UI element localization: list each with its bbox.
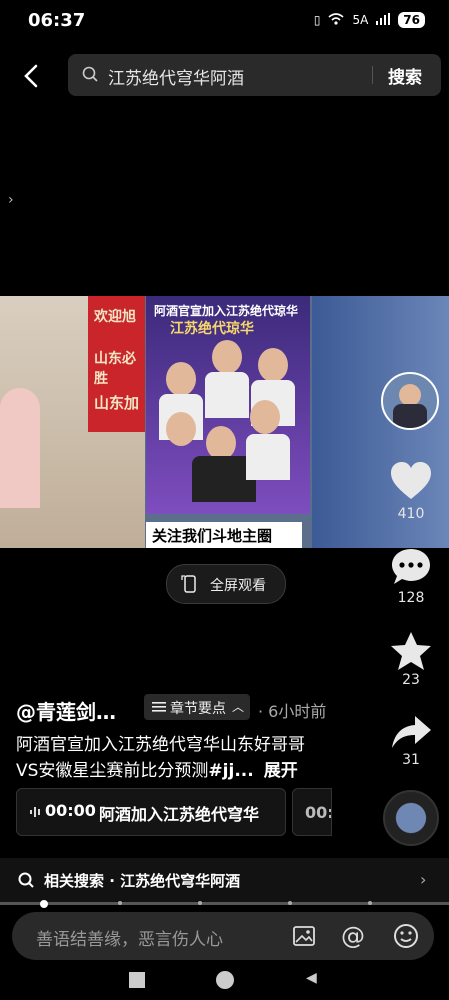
post-time: · 6小时前 bbox=[258, 702, 327, 721]
banner-text: 山东必胜 bbox=[94, 351, 136, 387]
related-search-text: 相关搜索 · 江苏绝代穹华阿酒 bbox=[44, 872, 241, 890]
related-search-bar[interactable]: 相关搜索 · 江苏绝代穹华阿酒 › bbox=[0, 858, 449, 902]
wifi-icon bbox=[328, 12, 344, 28]
battery-indicator: 76 bbox=[398, 12, 425, 28]
back-triangle-icon[interactable]: ◀ bbox=[306, 970, 317, 986]
chapter-time: 00:3 bbox=[305, 803, 331, 822]
chapter-chip[interactable]: 00:3 bbox=[292, 788, 332, 836]
post-description: 阿酒官宣加入江苏绝代穹华山东好哥哥 bbox=[16, 735, 305, 755]
fullscreen-label: 全屏观看 bbox=[210, 578, 266, 594]
expand-button[interactable]: 展开 bbox=[264, 761, 298, 781]
chapter-highlights-button[interactable]: 章节要点 ︿ bbox=[144, 694, 250, 720]
post-description-line2: VS安徽星尘赛前比分预测#jj... 展开 bbox=[16, 756, 298, 781]
comment-icon[interactable] bbox=[389, 546, 433, 588]
search-bar[interactable]: 江苏绝代穹华阿酒 搜索 bbox=[68, 54, 441, 96]
player-photo bbox=[246, 434, 290, 480]
author-avatar[interactable] bbox=[381, 372, 439, 430]
poster-title: 阿酒官宣加入江苏绝代琼华 bbox=[154, 304, 299, 318]
chevron-right-icon[interactable]: › bbox=[8, 192, 14, 208]
chapter-title: 阿酒加入江苏绝代穹华 bbox=[99, 805, 260, 824]
comment-input-bar[interactable]: 善语结善缘，恶言伤人心 @ bbox=[12, 912, 434, 960]
player-photo bbox=[166, 362, 196, 396]
player-photo bbox=[166, 412, 196, 446]
progress-marker bbox=[288, 901, 292, 905]
search-icon bbox=[18, 872, 34, 888]
player-photo bbox=[206, 426, 236, 460]
comment-input[interactable]: 善语结善缘，恶言伤人心 bbox=[36, 925, 223, 950]
avatar-face bbox=[399, 384, 421, 406]
back-button[interactable] bbox=[18, 60, 46, 92]
share-icon[interactable] bbox=[389, 712, 433, 752]
share-count: 31 bbox=[402, 752, 420, 768]
search-divider bbox=[372, 66, 373, 84]
network-label: 5A bbox=[352, 13, 369, 27]
banner-text: 欢迎旭 bbox=[94, 309, 136, 325]
player-photo bbox=[250, 400, 280, 434]
signal-icon bbox=[376, 12, 391, 28]
chapter-chip[interactable]: 00:00 阿酒加入江苏绝代穹华 bbox=[16, 788, 286, 836]
recents-button[interactable] bbox=[129, 972, 145, 988]
player-photo bbox=[258, 348, 288, 382]
music-disc-avatar[interactable] bbox=[383, 790, 439, 846]
like-count: 410 bbox=[397, 506, 425, 522]
vibrate-icon: ▯ bbox=[313, 13, 321, 27]
video-caption: 关注我们斗地主圈 bbox=[146, 522, 302, 548]
emoji-icon[interactable] bbox=[393, 923, 419, 949]
heart-icon[interactable] bbox=[389, 460, 433, 502]
author-name[interactable]: @青莲剑… bbox=[16, 696, 116, 725]
chevron-right-icon: › bbox=[420, 870, 427, 889]
star-icon[interactable] bbox=[389, 630, 433, 672]
search-icon bbox=[82, 66, 98, 82]
video-progress-bar[interactable] bbox=[0, 900, 449, 908]
poster-subtitle: 江苏绝代琼华 bbox=[170, 321, 254, 337]
fullscreen-button[interactable]: 全屏观看 bbox=[166, 564, 286, 604]
person-image bbox=[0, 388, 40, 508]
status-time: 06:37 bbox=[28, 10, 86, 31]
caption-text: 关注我们斗地主圈 bbox=[152, 527, 273, 545]
rotate-screen-icon bbox=[181, 575, 196, 593]
image-icon[interactable] bbox=[292, 924, 316, 948]
progress-thumb[interactable] bbox=[40, 900, 48, 908]
status-icons: ▯ 5A 76 bbox=[314, 12, 425, 28]
home-button[interactable] bbox=[216, 971, 234, 989]
search-input[interactable]: 江苏绝代穹华阿酒 bbox=[108, 64, 244, 89]
audio-wave-icon bbox=[30, 807, 40, 817]
chevron-left-icon bbox=[24, 64, 38, 88]
progress-marker bbox=[198, 901, 202, 905]
chevron-up-icon: ︿ bbox=[232, 700, 245, 714]
chapter-label: 章节要点 bbox=[170, 701, 226, 717]
progress-marker bbox=[118, 901, 122, 905]
favorite-count: 23 bbox=[402, 672, 420, 688]
hashtag-link[interactable]: #jj... bbox=[208, 761, 253, 781]
player-photo bbox=[212, 340, 242, 374]
comment-count: 128 bbox=[397, 590, 425, 606]
player-photo bbox=[205, 372, 249, 418]
progress-marker bbox=[368, 901, 372, 905]
list-icon bbox=[152, 702, 166, 712]
search-button[interactable]: 搜索 bbox=[388, 63, 422, 88]
mention-icon[interactable]: @ bbox=[341, 922, 365, 950]
team-poster: 阿酒官宣加入江苏绝代琼华 江苏绝代琼华 bbox=[146, 296, 310, 514]
chapter-time: 00:00 bbox=[45, 801, 96, 820]
red-banner: 欢迎旭 山东必胜 山东加 bbox=[88, 296, 145, 432]
avatar-body bbox=[393, 404, 427, 428]
banner-text: 山东加 bbox=[94, 394, 140, 412]
description-text: VS安徽星尘赛前比分预测 bbox=[16, 761, 209, 781]
